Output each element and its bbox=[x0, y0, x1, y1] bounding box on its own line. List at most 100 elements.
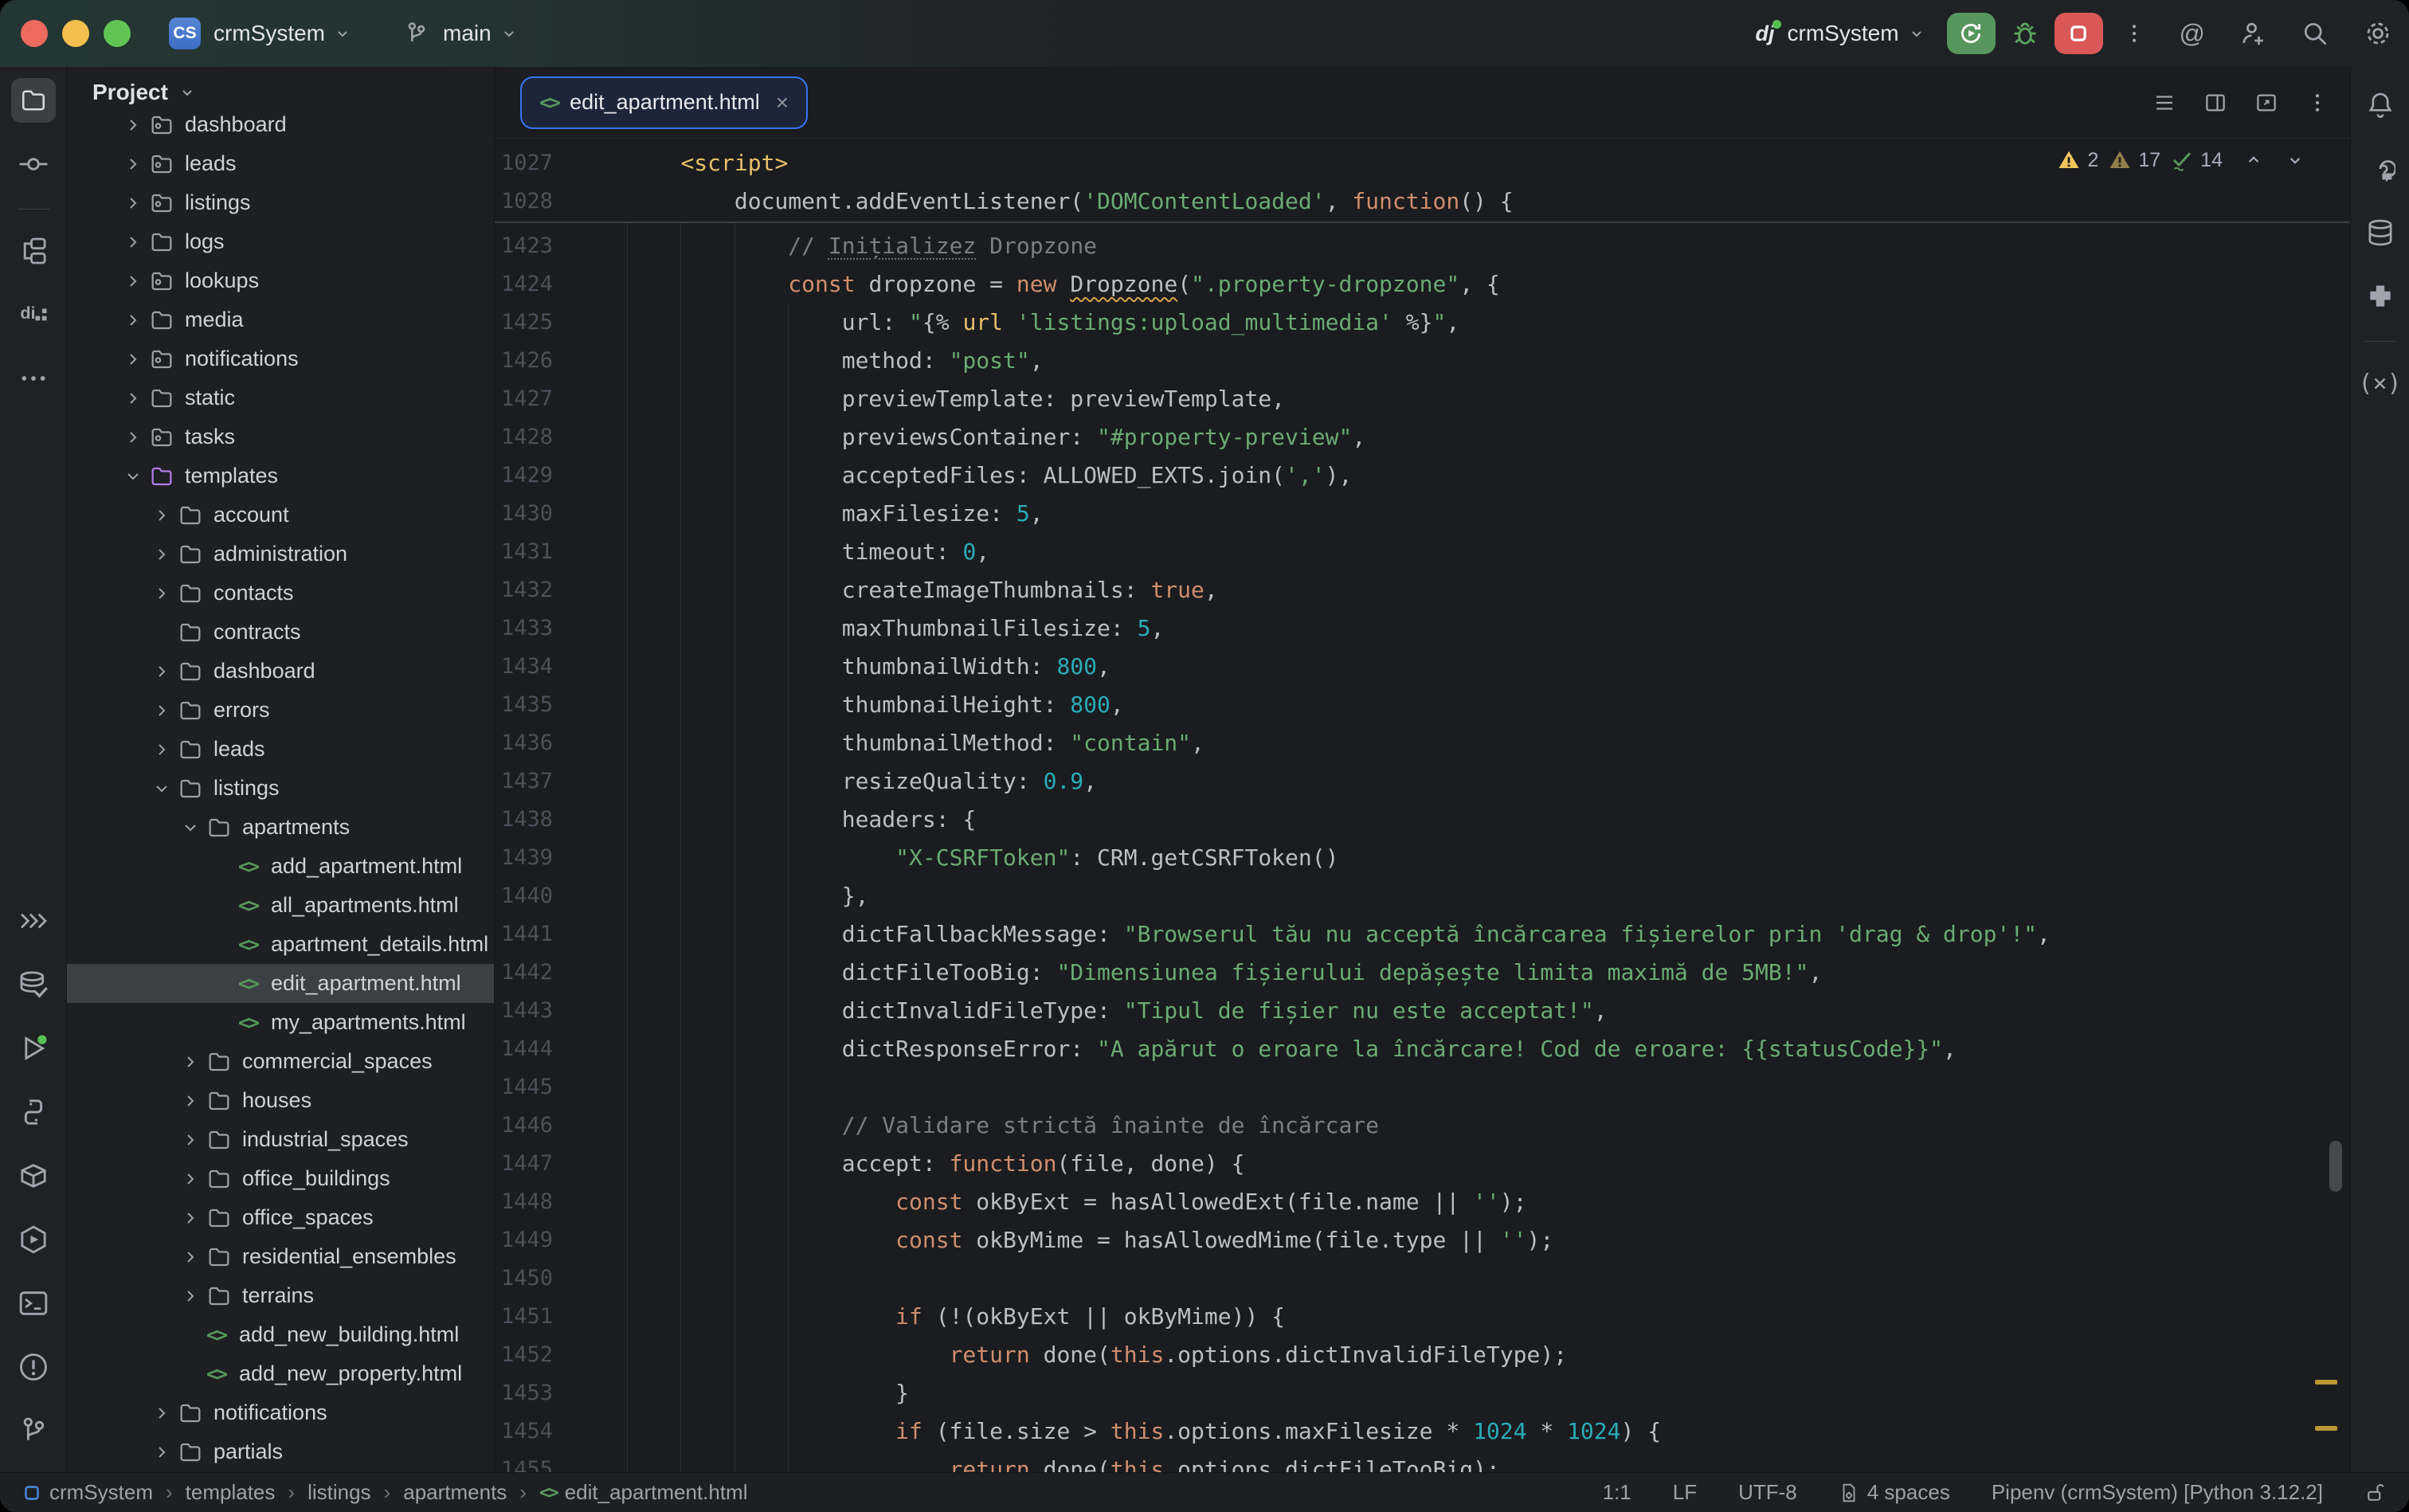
more-run-options-icon[interactable] bbox=[2122, 22, 2146, 45]
code-editor[interactable]: 1423 // Inițializez Dropzone1424 const d… bbox=[495, 223, 2350, 1472]
code-line-1444[interactable]: 1444 dictResponseError: "A apărut o eroa… bbox=[495, 1029, 2350, 1067]
weak-warnings[interactable]: 17 bbox=[2108, 148, 2160, 172]
database-sync-icon[interactable] bbox=[11, 962, 56, 1007]
services-icon[interactable] bbox=[11, 1217, 56, 1262]
code-line-1450[interactable]: 1450 bbox=[495, 1259, 2350, 1297]
code-line-1431[interactable]: 1431 timeout: 0, bbox=[495, 532, 2350, 570]
chevron-collapsed-icon[interactable] bbox=[148, 545, 175, 564]
chevron-collapsed-icon[interactable] bbox=[148, 662, 175, 681]
tree-item-static[interactable]: static bbox=[67, 378, 494, 417]
tree-item-terrains[interactable]: terrains bbox=[67, 1276, 494, 1315]
code-line-1442[interactable]: 1442 dictFileTooBig: "Dimensiunea fișier… bbox=[495, 953, 2350, 991]
chevron-collapsed-icon[interactable] bbox=[148, 1443, 175, 1462]
warning-stripe-mark[interactable] bbox=[2315, 1426, 2337, 1431]
tree-item-contacts[interactable]: contacts bbox=[67, 574, 494, 613]
chevron-expanded-icon[interactable] bbox=[177, 818, 204, 837]
status-line-ending[interactable]: LF bbox=[1673, 1480, 1697, 1505]
status-encoding[interactable]: UTF-8 bbox=[1738, 1480, 1797, 1505]
rerun-button[interactable] bbox=[1947, 13, 1996, 54]
tree-item-office_buildings[interactable]: office_buildings bbox=[67, 1159, 494, 1198]
tree-item-leads[interactable]: leads bbox=[67, 144, 494, 183]
tree-item-errors[interactable]: errors bbox=[67, 691, 494, 730]
code-line-1428[interactable]: 1428 previewsContainer: "#property-previ… bbox=[495, 417, 2350, 456]
editor-list-icon[interactable] bbox=[2152, 91, 2176, 115]
chevron-collapsed-icon[interactable] bbox=[119, 389, 147, 408]
inspections-widget[interactable]: 2 17 14 bbox=[2057, 148, 2305, 172]
git-icon[interactable] bbox=[11, 1408, 56, 1453]
code-line-1452[interactable]: 1452 return done(this.options.dictInvali… bbox=[495, 1335, 2350, 1373]
code-line-1440[interactable]: 1440 }, bbox=[495, 876, 2350, 915]
chevron-collapsed-icon[interactable] bbox=[148, 701, 175, 720]
chevron-down-icon[interactable] bbox=[1907, 24, 1926, 43]
code-line-1447[interactable]: 1447 accept: function(file, done) { bbox=[495, 1144, 2350, 1182]
project-name[interactable]: crmSystem bbox=[213, 21, 325, 46]
chevron-collapsed-icon[interactable] bbox=[177, 1052, 204, 1071]
chevron-collapsed-icon[interactable] bbox=[119, 272, 147, 291]
next-problem-icon[interactable] bbox=[2285, 150, 2305, 170]
terminal-icon[interactable] bbox=[11, 1281, 56, 1326]
status-interpreter[interactable]: Pipenv (crmSystem) [Python 3.12.2] bbox=[1992, 1480, 2323, 1505]
chevron-collapsed-icon[interactable] bbox=[119, 155, 147, 174]
chevron-expanded-icon[interactable] bbox=[148, 779, 175, 798]
vcs-branch-widget[interactable]: main bbox=[403, 20, 519, 47]
tree-item-all_apartments-html[interactable]: <>all_apartments.html bbox=[67, 886, 494, 925]
tree-item-notifications[interactable]: notifications bbox=[67, 339, 494, 378]
ai-at-icon[interactable]: @ bbox=[2180, 19, 2205, 49]
code-line-1439[interactable]: 1439 "X-CSRFToken": CRM.getCSRFToken() bbox=[495, 838, 2350, 876]
tree-item-add_new_building-html[interactable]: <>add_new_building.html bbox=[67, 1315, 494, 1354]
code-line-1438[interactable]: 1438 headers: { bbox=[495, 800, 2350, 838]
chevron-collapsed-icon[interactable] bbox=[148, 740, 175, 759]
debug-button[interactable] bbox=[2010, 18, 2040, 49]
tree-item-contracts[interactable]: contracts bbox=[67, 613, 494, 652]
chevron-collapsed-icon[interactable] bbox=[119, 428, 147, 447]
search-icon[interactable] bbox=[2301, 19, 2329, 48]
more-vertical-icon[interactable] bbox=[2305, 91, 2329, 115]
chevron-collapsed-icon[interactable] bbox=[119, 116, 147, 135]
chevron-collapsed-icon[interactable] bbox=[148, 1404, 175, 1423]
tree-item-templates[interactable]: templates bbox=[67, 456, 494, 496]
status-lock[interactable] bbox=[2364, 1482, 2387, 1504]
code-line-1448[interactable]: 1448 const okByExt = hasAllowedExt(file.… bbox=[495, 1182, 2350, 1220]
chevron-collapsed-icon[interactable] bbox=[177, 1287, 204, 1306]
chevron-collapsed-icon[interactable] bbox=[177, 1169, 204, 1189]
notifications-bell-icon[interactable] bbox=[2358, 83, 2403, 127]
code-line-1423[interactable]: 1423 // Inițializez Dropzone bbox=[495, 226, 2350, 264]
code-line-1451[interactable]: 1451 if (!(okByExt || okByMime)) { bbox=[495, 1297, 2350, 1335]
warning-stripe-mark[interactable] bbox=[2315, 1380, 2337, 1385]
chevron-collapsed-icon[interactable] bbox=[119, 194, 147, 213]
chevron-collapsed-icon[interactable] bbox=[119, 233, 147, 252]
database-icon[interactable] bbox=[2358, 210, 2403, 255]
tree-item-listings[interactable]: listings bbox=[67, 769, 494, 808]
chevron-collapsed-icon[interactable] bbox=[177, 1130, 204, 1150]
problems-icon[interactable] bbox=[11, 1345, 56, 1389]
tree-item-administration[interactable]: administration bbox=[67, 535, 494, 574]
chevron-down-icon[interactable] bbox=[333, 24, 352, 43]
breadcrumb-item[interactable]: <>edit_apartment.html bbox=[539, 1480, 748, 1505]
code-line-1435[interactable]: 1435 thumbnailHeight: 800, bbox=[495, 685, 2350, 723]
tree-item-notifications[interactable]: notifications bbox=[67, 1393, 494, 1432]
run-config-name[interactable]: crmSystem bbox=[1788, 21, 1899, 46]
code-line-1429[interactable]: 1429 acceptedFiles: ALLOWED_EXTS.join(',… bbox=[495, 456, 2350, 494]
python-console-icon[interactable] bbox=[11, 1090, 56, 1134]
tree-item-edit_apartment-html[interactable]: <>edit_apartment.html bbox=[67, 964, 494, 1003]
variables-icon[interactable]: (×) bbox=[2358, 361, 2403, 405]
tree-item-logs[interactable]: logs bbox=[67, 222, 494, 261]
tree-item-houses[interactable]: houses bbox=[67, 1081, 494, 1120]
strong-warnings[interactable]: 2 bbox=[2057, 148, 2098, 172]
minimize-window-button[interactable] bbox=[62, 20, 89, 47]
breadcrumb-item[interactable]: templates bbox=[186, 1480, 276, 1505]
tree-item-add_apartment-html[interactable]: <>add_apartment.html bbox=[67, 847, 494, 886]
code-line-1434[interactable]: 1434 thumbnailWidth: 800, bbox=[495, 647, 2350, 685]
run-icon[interactable] bbox=[11, 1026, 56, 1071]
tree-item-dashboard[interactable]: dashboard bbox=[67, 105, 494, 144]
tab-edit-apartment[interactable]: <> edit_apartment.html × bbox=[520, 76, 808, 129]
tree-item-listings[interactable]: listings bbox=[67, 183, 494, 222]
commit-icon[interactable] bbox=[11, 142, 56, 186]
tree-item-leads[interactable]: leads bbox=[67, 730, 494, 769]
tree-item-office_spaces[interactable]: office_spaces bbox=[67, 1198, 494, 1237]
close-tab-icon[interactable]: × bbox=[776, 90, 789, 116]
django-structure-icon[interactable]: di bbox=[11, 292, 56, 337]
code-line-1430[interactable]: 1430 maxFilesize: 5, bbox=[495, 494, 2350, 532]
code-line-1441[interactable]: 1441 dictFallbackMessage: "Browserul tău… bbox=[495, 915, 2350, 953]
code-line-1436[interactable]: 1436 thumbnailMethod: "contain", bbox=[495, 723, 2350, 762]
